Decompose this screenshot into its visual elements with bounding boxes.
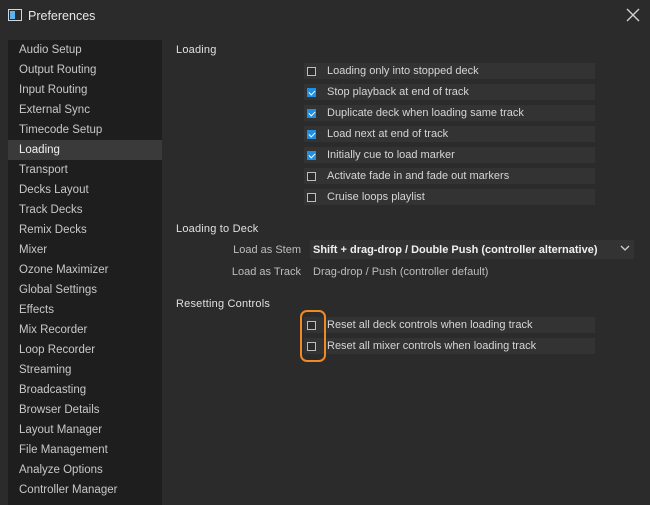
load-as-stem-value: Shift + drag-drop / Double Push (control… [313, 243, 598, 256]
option-label: Reset all deck controls when loading tra… [327, 319, 533, 331]
close-button[interactable] [624, 6, 642, 24]
sidebar-item-loop-recorder[interactable]: Loop Recorder [8, 340, 162, 360]
load-as-stem-dropdown[interactable]: Shift + drag-drop / Double Push (control… [310, 240, 634, 259]
option-label: Cruise loops playlist [327, 191, 425, 203]
chevron-down-icon [620, 245, 630, 251]
sidebar-item-mix-recorder[interactable]: Mix Recorder [8, 320, 162, 340]
sidebar-item-remix-decks[interactable]: Remix Decks [8, 220, 162, 240]
title-bar: Preferences [0, 0, 650, 32]
sidebar-item-timecode-setup[interactable]: Timecode Setup [8, 120, 162, 140]
window-title: Preferences [28, 9, 96, 23]
sidebar-item-mixer[interactable]: Mixer [8, 240, 162, 260]
sidebar-item-controller-manager[interactable]: Controller Manager [8, 480, 162, 500]
checkbox[interactable] [307, 171, 316, 181]
sidebar-item-effects[interactable]: Effects [8, 300, 162, 320]
option-row[interactable]: Cruise loops playlist [304, 189, 595, 205]
preferences-window-icon [8, 9, 22, 21]
option-row[interactable]: Reset all mixer controls when loading tr… [304, 338, 595, 354]
section-title-resetting-controls: Resetting Controls [176, 298, 271, 310]
checkbox[interactable] [307, 320, 316, 330]
sidebar-item-external-sync[interactable]: External Sync [8, 100, 162, 120]
option-label: Initially cue to load marker [327, 149, 455, 161]
option-label: Activate fade in and fade out markers [327, 170, 510, 182]
option-row[interactable]: Loading only into stopped deck [304, 63, 595, 79]
checkbox[interactable] [307, 341, 316, 351]
option-label: Loading only into stopped deck [327, 65, 479, 77]
sidebar-item-ozone-maximizer[interactable]: Ozone Maximizer [8, 260, 162, 280]
option-label: Stop playback at end of track [327, 86, 469, 98]
sidebar-item-transport[interactable]: Transport [8, 160, 162, 180]
sidebar-item-file-management[interactable]: File Management [8, 440, 162, 460]
preferences-sidebar: Audio Setup Output Routing Input Routing Ex… [8, 40, 162, 505]
sidebar-item-analyze-options[interactable]: Analyze Options [8, 460, 162, 480]
sidebar-item-output-routing[interactable]: Output Routing [8, 60, 162, 80]
checkbox[interactable] [307, 129, 316, 139]
sidebar-item-track-decks[interactable]: Track Decks [8, 200, 162, 220]
sidebar-item-broadcasting[interactable]: Broadcasting [8, 380, 162, 400]
sidebar-item-global-settings[interactable]: Global Settings [8, 280, 162, 300]
sidebar-item-streaming[interactable]: Streaming [8, 360, 162, 380]
option-row[interactable]: Reset all deck controls when loading tra… [304, 317, 595, 333]
sidebar-item-browser-details[interactable]: Browser Details [8, 400, 162, 420]
sidebar-item-audio-setup[interactable]: Audio Setup [8, 40, 162, 60]
checkbox[interactable] [307, 150, 316, 160]
sidebar-item-layout-manager[interactable]: Layout Manager [8, 420, 162, 440]
option-label: Reset all mixer controls when loading tr… [327, 340, 537, 352]
loading-settings-panel: Loading Loading only into stopped deck St… [162, 32, 650, 505]
sidebar-item-loading[interactable]: Loading [8, 140, 162, 160]
option-row[interactable]: Stop playback at end of track [304, 84, 595, 100]
option-label: Duplicate deck when loading same track [327, 107, 524, 119]
option-row[interactable]: Initially cue to load marker [304, 147, 595, 163]
close-icon [626, 8, 640, 22]
sidebar-item-input-routing[interactable]: Input Routing [8, 80, 162, 100]
checkbox[interactable] [307, 108, 316, 118]
option-row[interactable]: Activate fade in and fade out markers [304, 168, 595, 184]
checkbox[interactable] [307, 66, 316, 76]
load-as-track-label: Load as Track [231, 266, 301, 278]
section-title-loading-to-deck: Loading to Deck [176, 223, 259, 235]
checkbox[interactable] [307, 192, 316, 202]
option-row[interactable]: Load next at end of track [304, 126, 595, 142]
option-row[interactable]: Duplicate deck when loading same track [304, 105, 595, 121]
load-as-stem-label: Load as Stem [233, 244, 301, 256]
checkbox[interactable] [307, 87, 316, 97]
option-label: Load next at end of track [327, 128, 449, 140]
sidebar-item-decks-layout[interactable]: Decks Layout [8, 180, 162, 200]
load-as-track-value: Drag-drop / Push (controller default) [313, 266, 489, 278]
section-title-loading: Loading [176, 44, 217, 56]
